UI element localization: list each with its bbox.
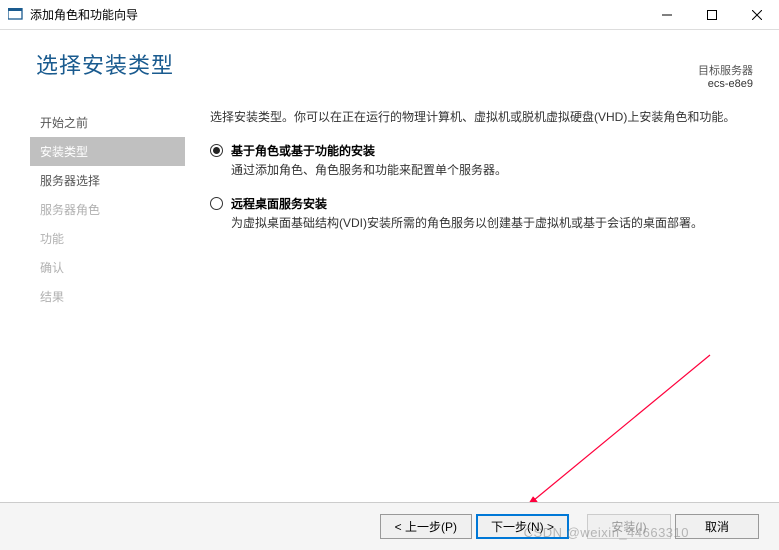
option-role-based[interactable]: 基于角色或基于功能的安装 通过添加角色、角色服务和功能来配置单个服务器。 <box>210 142 759 179</box>
install-button: 安装(I) <box>587 514 671 539</box>
page-title: 选择安装类型 <box>36 48 759 80</box>
close-button[interactable] <box>734 0 779 29</box>
option-body: 远程桌面服务安装 为虚拟桌面基础结构(VDI)安装所需的角色服务以创建基于虚拟机… <box>231 195 759 232</box>
sidebar-item-confirmation: 确认 <box>30 253 185 282</box>
sidebar-item-features: 功能 <box>30 224 185 253</box>
footer: < 上一步(P) 下一步(N) > 安装(I) 取消 <box>0 502 779 550</box>
sidebar-item-results: 结果 <box>30 282 185 311</box>
sidebar: 开始之前 安装类型 服务器选择 服务器角色 功能 确认 结果 <box>30 108 185 311</box>
annotation-arrow <box>510 350 720 515</box>
option-title: 基于角色或基于功能的安装 <box>231 142 759 159</box>
target-server-info: 目标服务器 ecs-e8e9 <box>698 62 753 90</box>
target-name: ecs-e8e9 <box>698 78 753 90</box>
instruction-text: 选择安装类型。你可以在正在运行的物理计算机、虚拟机或脱机虚拟硬盘(VHD)上安装… <box>210 108 759 126</box>
titlebar: 添加角色和功能向导 <box>0 0 779 30</box>
app-icon <box>8 8 24 22</box>
header: 选择安装类型 <box>36 48 759 80</box>
sidebar-item-server-roles: 服务器角色 <box>30 195 185 224</box>
main-panel: 选择安装类型。你可以在正在运行的物理计算机、虚拟机或脱机虚拟硬盘(VHD)上安装… <box>210 108 759 248</box>
option-desc: 为虚拟桌面基础结构(VDI)安装所需的角色服务以创建基于虚拟机或基于会话的桌面部… <box>231 214 759 232</box>
maximize-button[interactable] <box>689 0 734 29</box>
prev-button[interactable]: < 上一步(P) <box>380 514 472 539</box>
option-remote-desktop[interactable]: 远程桌面服务安装 为虚拟桌面基础结构(VDI)安装所需的角色服务以创建基于虚拟机… <box>210 195 759 232</box>
option-desc: 通过添加角色、角色服务和功能来配置单个服务器。 <box>231 161 759 179</box>
window-controls <box>644 0 779 29</box>
cancel-button[interactable]: 取消 <box>675 514 759 539</box>
option-title: 远程桌面服务安装 <box>231 195 759 212</box>
radio-icon[interactable] <box>210 144 223 157</box>
window-title: 添加角色和功能向导 <box>30 6 644 23</box>
sidebar-item-installation-type[interactable]: 安装类型 <box>30 137 185 166</box>
sidebar-item-before-you-begin[interactable]: 开始之前 <box>30 108 185 137</box>
sidebar-item-server-selection[interactable]: 服务器选择 <box>30 166 185 195</box>
target-label: 目标服务器 <box>698 62 753 78</box>
radio-icon[interactable] <box>210 197 223 210</box>
minimize-button[interactable] <box>644 0 689 29</box>
next-button[interactable]: 下一步(N) > <box>476 514 569 539</box>
option-body: 基于角色或基于功能的安装 通过添加角色、角色服务和功能来配置单个服务器。 <box>231 142 759 179</box>
